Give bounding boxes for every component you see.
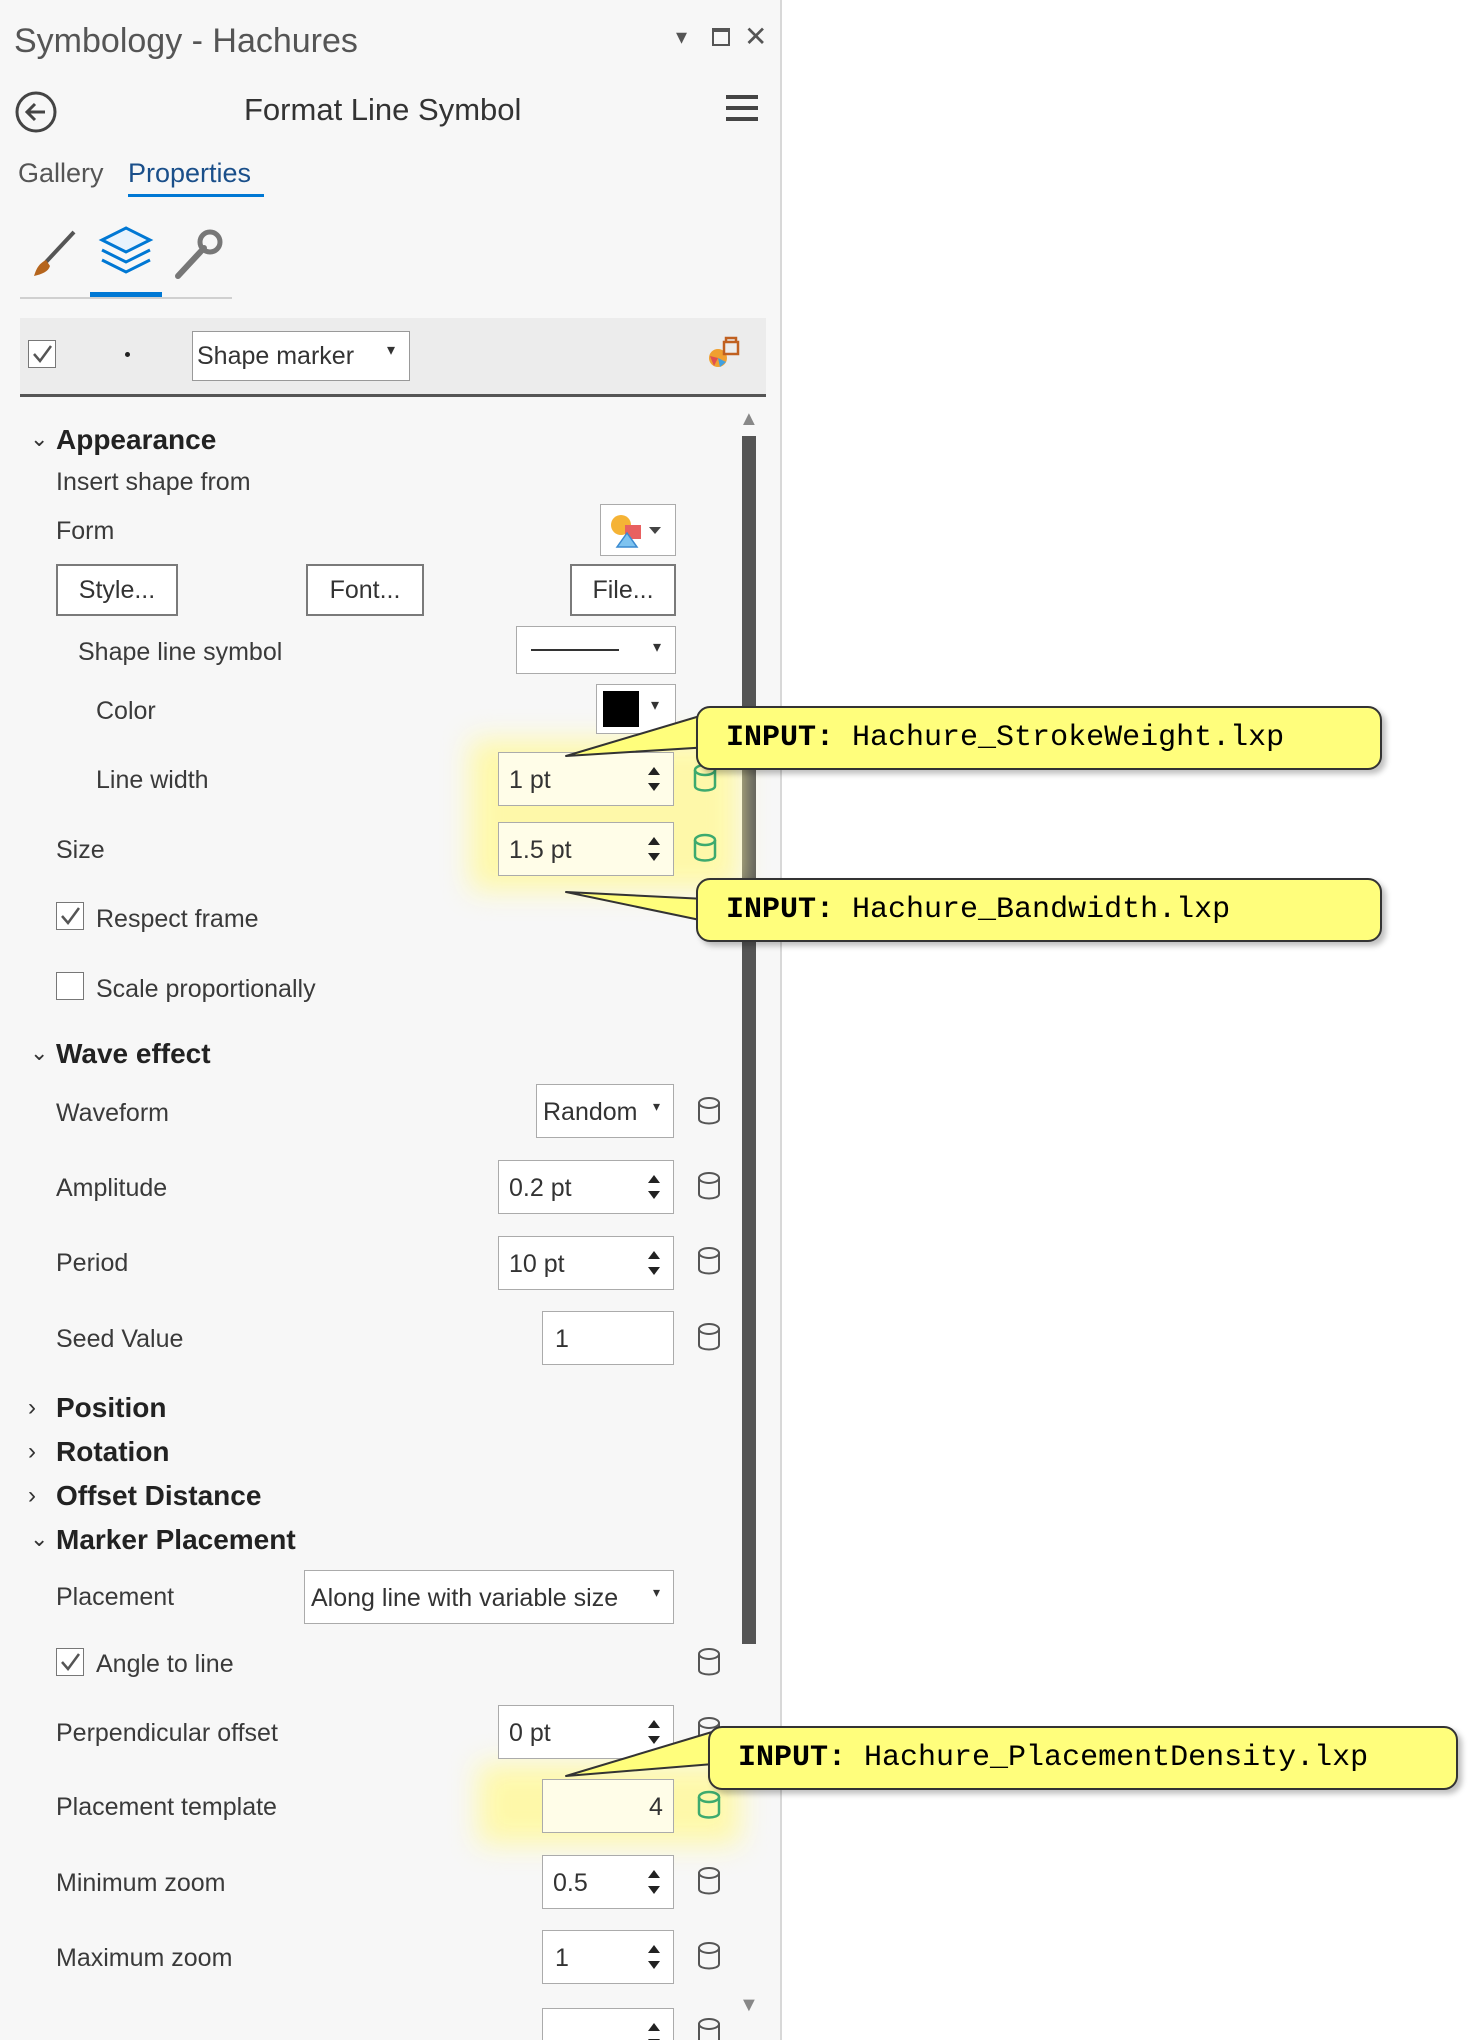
callout-bandwidth: INPUT: Hachure_Bandwidth.lxp [696, 878, 1382, 942]
callout-stroke-weight-text: Hachure_StrokeWeight.lxp [852, 721, 1285, 755]
callout-prefix: INPUT: [726, 721, 835, 755]
callout-prefix: INPUT: [726, 893, 835, 927]
callout-prefix: INPUT: [738, 1741, 847, 1775]
callout-bandwidth-text: Hachure_Bandwidth.lxp [852, 893, 1231, 927]
callout-placement-density: INPUT: Hachure_PlacementDensity.lxp [708, 1726, 1458, 1790]
callout-stroke-weight: INPUT: Hachure_StrokeWeight.lxp [696, 706, 1382, 770]
callout-placement-density-text: Hachure_PlacementDensity.lxp [864, 1741, 1369, 1775]
